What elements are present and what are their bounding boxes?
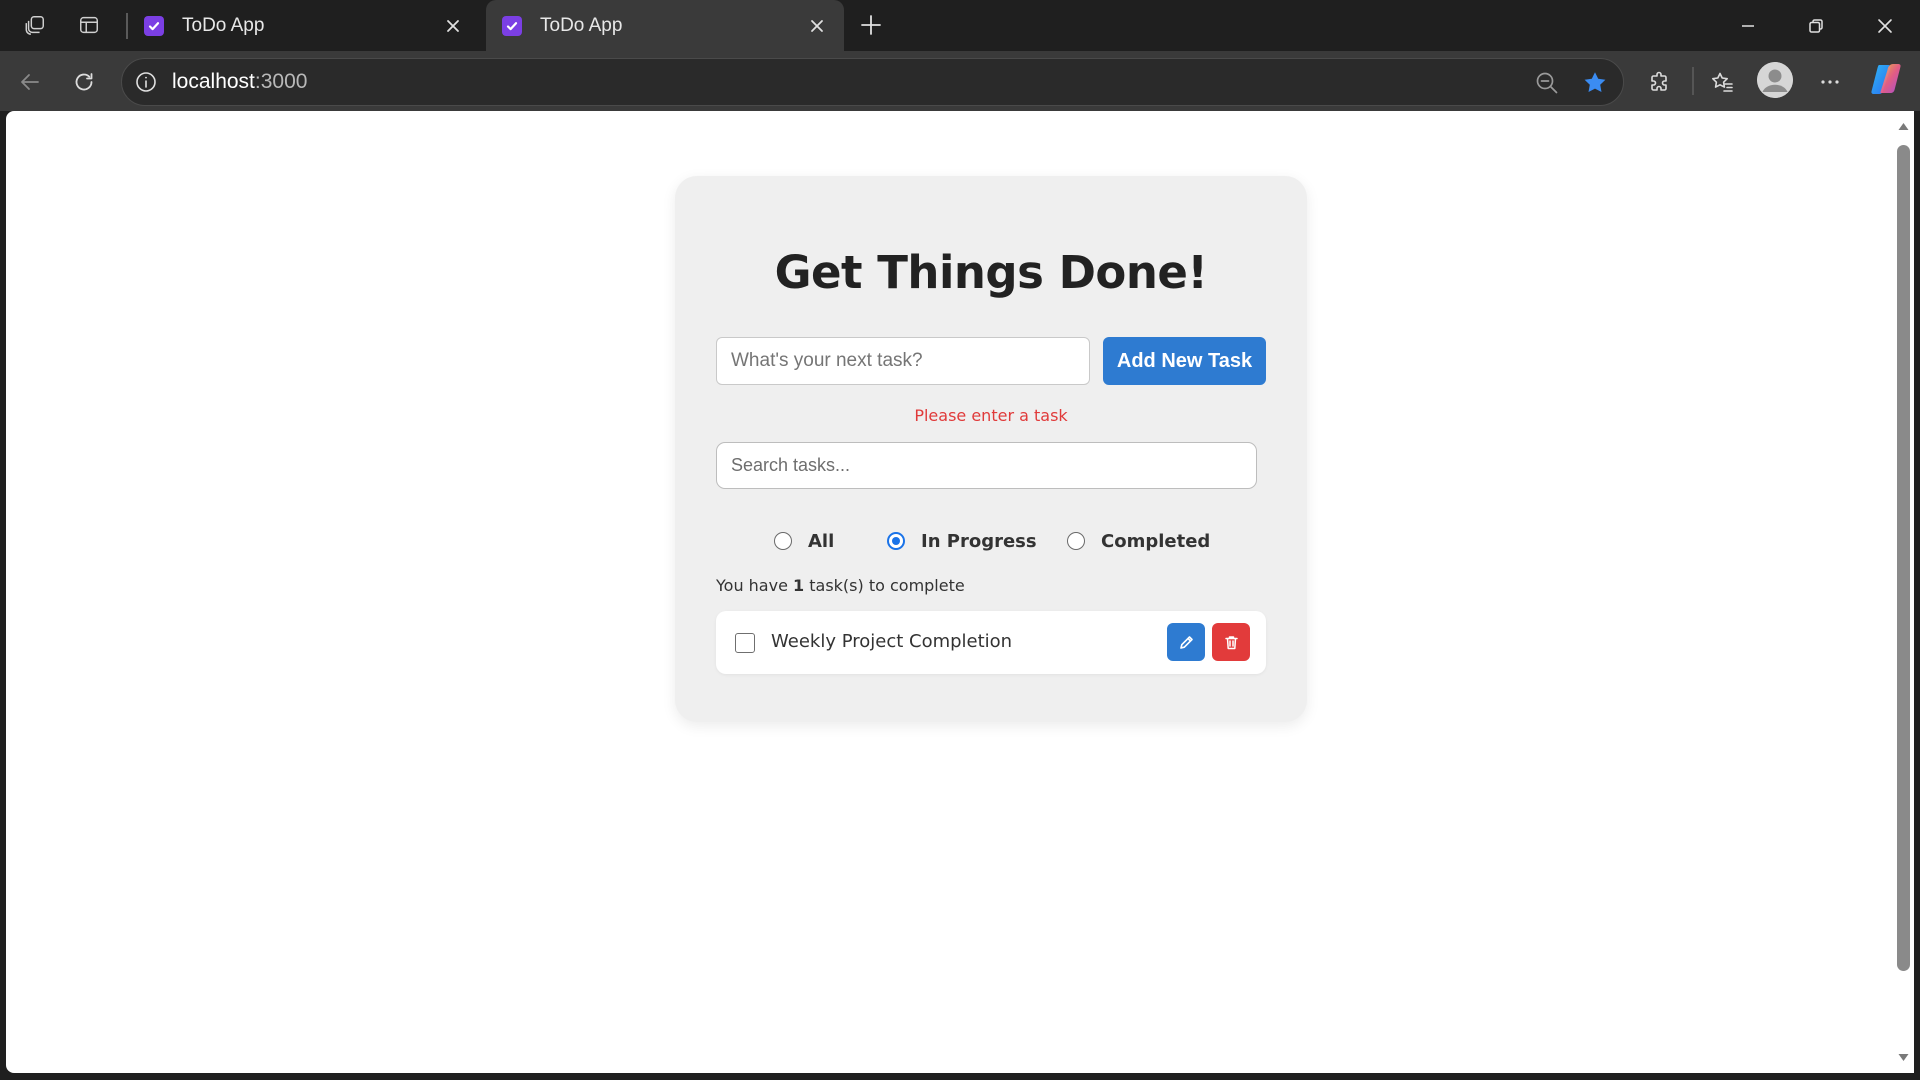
favorites-list-icon[interactable] [1703, 63, 1741, 101]
zoom-out-icon[interactable] [1533, 69, 1561, 97]
more-options-icon[interactable] [1811, 63, 1849, 101]
status-filter-group: All In Progress Completed [675, 527, 1307, 555]
tab-todo-app-1[interactable]: ToDo App [128, 0, 480, 51]
profile-avatar-icon[interactable] [1757, 62, 1793, 98]
filter-completed-label: Completed [1101, 530, 1211, 552]
tab-close-icon[interactable] [804, 13, 830, 39]
restore-icon[interactable] [1782, 0, 1850, 51]
tab-title: ToDo App [540, 14, 623, 36]
scrollbar-thumb[interactable] [1897, 145, 1910, 971]
filter-all-label: All [808, 530, 835, 552]
trash-icon [1224, 635, 1238, 649]
task-row: Weekly Project Completion [716, 611, 1266, 674]
new-task-input[interactable] [716, 337, 1090, 385]
todo-card: Get Things Done! Add New Task Please ent… [675, 176, 1307, 722]
url-port: :3000 [254, 70, 308, 93]
minimize-icon[interactable] [1714, 0, 1782, 51]
filter-in-progress[interactable]: In Progress [887, 527, 1037, 555]
back-arrow-icon[interactable] [11, 63, 49, 101]
validation-error-message: Please enter a task [914, 406, 1068, 425]
refresh-icon[interactable] [65, 63, 103, 101]
todo-favicon-icon [144, 15, 164, 36]
count-value: 1 [793, 576, 805, 595]
page-title: Get Things Done! [774, 246, 1208, 299]
vertical-tabs-icon[interactable] [73, 9, 105, 41]
scroll-up-arrow-icon[interactable] [1896, 119, 1911, 134]
page-scrollbar[interactable] [1893, 111, 1914, 1073]
count-prefix: You have [716, 576, 794, 595]
filter-all-radio[interactable] [774, 532, 792, 550]
count-suffix: task(s) to complete [804, 576, 965, 595]
tab-close-icon[interactable] [440, 13, 466, 39]
task-complete-checkbox[interactable] [735, 633, 755, 653]
copilot-icon[interactable] [1868, 61, 1904, 97]
site-info-icon[interactable] [133, 69, 159, 95]
pencil-icon [1179, 635, 1193, 649]
tab-title: ToDo App [182, 14, 265, 36]
todo-favicon-icon [502, 15, 522, 36]
filter-all[interactable]: All [774, 527, 834, 555]
workspaces-icon[interactable] [19, 9, 51, 41]
tab-todo-app-2[interactable]: ToDo App [486, 0, 844, 51]
extensions-icon[interactable] [1641, 63, 1679, 101]
filter-completed[interactable]: Completed [1067, 527, 1210, 555]
filter-in-progress-radio[interactable] [887, 532, 905, 550]
add-new-task-button[interactable]: Add New Task [1103, 337, 1266, 385]
close-window-icon[interactable] [1851, 0, 1919, 51]
browser-toolbar: localhost:3000 [0, 51, 1920, 111]
filter-completed-radio[interactable] [1067, 532, 1085, 550]
browser-title-bar: ToDo App ToDo App [0, 0, 1920, 51]
address-bar[interactable]: localhost:3000 [121, 58, 1624, 106]
delete-task-button[interactable] [1212, 623, 1250, 661]
edit-task-button[interactable] [1167, 623, 1205, 661]
page-viewport: Get Things Done! Add New Task Please ent… [6, 111, 1893, 1073]
toolbar-divider [1692, 67, 1694, 95]
new-tab-plus-icon[interactable] [855, 9, 887, 41]
url-host: localhost [172, 70, 255, 93]
search-tasks-input[interactable] [716, 442, 1257, 489]
scroll-down-arrow-icon[interactable] [1896, 1050, 1911, 1065]
task-count-text: You have 1 task(s) to complete [716, 576, 965, 595]
filter-in-progress-label: In Progress [921, 530, 1037, 552]
favorite-star-icon[interactable] [1581, 69, 1609, 97]
task-text: Weekly Project Completion [771, 631, 1013, 652]
url-text[interactable]: localhost:3000 [172, 70, 307, 94]
